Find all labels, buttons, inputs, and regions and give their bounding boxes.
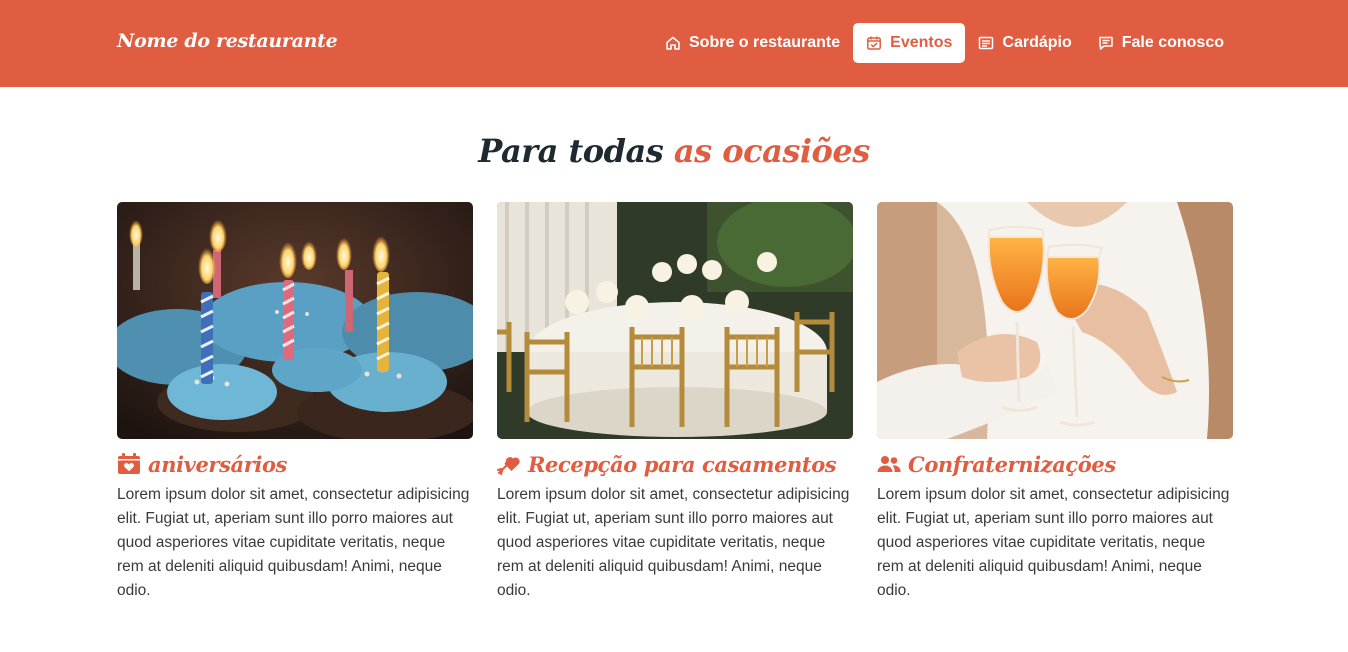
card-description: Lorem ipsum dolor sit amet, consectetur … bbox=[877, 486, 1230, 599]
brand-logo-text[interactable]: Nome do restaurante bbox=[117, 30, 338, 52]
nav-item-label: Fale conosco bbox=[1121, 34, 1224, 51]
users-icon bbox=[877, 456, 901, 472]
cupid-arrow-icon bbox=[497, 457, 520, 475]
section-title: Para todas as ocasiões bbox=[0, 132, 1348, 170]
calendar-heart-icon bbox=[118, 453, 140, 474]
nav-item-label: Cardápio bbox=[1002, 34, 1072, 51]
chat-icon bbox=[1099, 36, 1113, 50]
nav-item-label: Sobre o restaurante bbox=[689, 34, 841, 51]
card-description: Lorem ipsum dolor sit amet, consectetur … bbox=[497, 486, 850, 599]
event-card-casamentos: Recepção para casamentos Lorem ipsum dol… bbox=[497, 202, 853, 603]
card-title-text: Confraternizações bbox=[908, 451, 1116, 477]
card-title-text: Recepção para casamentos bbox=[528, 451, 837, 477]
toast-glasses-photo bbox=[877, 202, 1233, 439]
top-navbar: Nome do restaurante Sobre o restaurante … bbox=[0, 0, 1348, 87]
card-title: Confraternizações bbox=[877, 451, 1233, 477]
main-nav: Sobre o restaurante Eventos Cardápio Fal… bbox=[652, 23, 1237, 63]
card-title-text: aniversários bbox=[148, 451, 287, 477]
nav-item-cardapio[interactable]: Cardápio bbox=[965, 23, 1084, 63]
section-title-part1: Para todas bbox=[478, 132, 664, 170]
nav-item-sobre[interactable]: Sobre o restaurante bbox=[652, 23, 853, 63]
nav-item-label: Eventos bbox=[890, 34, 953, 51]
wedding-tables-photo bbox=[497, 202, 853, 439]
birthday-cupcakes-photo bbox=[117, 202, 473, 439]
card-title: aniversários bbox=[117, 451, 473, 477]
event-card-aniversarios: aniversários Lorem ipsum dolor sit amet,… bbox=[117, 202, 473, 603]
home-icon bbox=[666, 36, 680, 50]
section-title-part2: as ocasiões bbox=[673, 132, 870, 170]
card-title: Recepção para casamentos bbox=[497, 451, 853, 477]
nav-item-fale-conosco[interactable]: Fale conosco bbox=[1085, 23, 1237, 63]
card-description: Lorem ipsum dolor sit amet, consectetur … bbox=[117, 486, 470, 599]
event-card-confraternizacoes: Confraternizações Lorem ipsum dolor sit … bbox=[877, 202, 1233, 603]
menu-list-icon bbox=[979, 36, 994, 50]
nav-item-eventos[interactable]: Eventos bbox=[853, 23, 966, 63]
calendar-check-icon bbox=[867, 36, 882, 50]
